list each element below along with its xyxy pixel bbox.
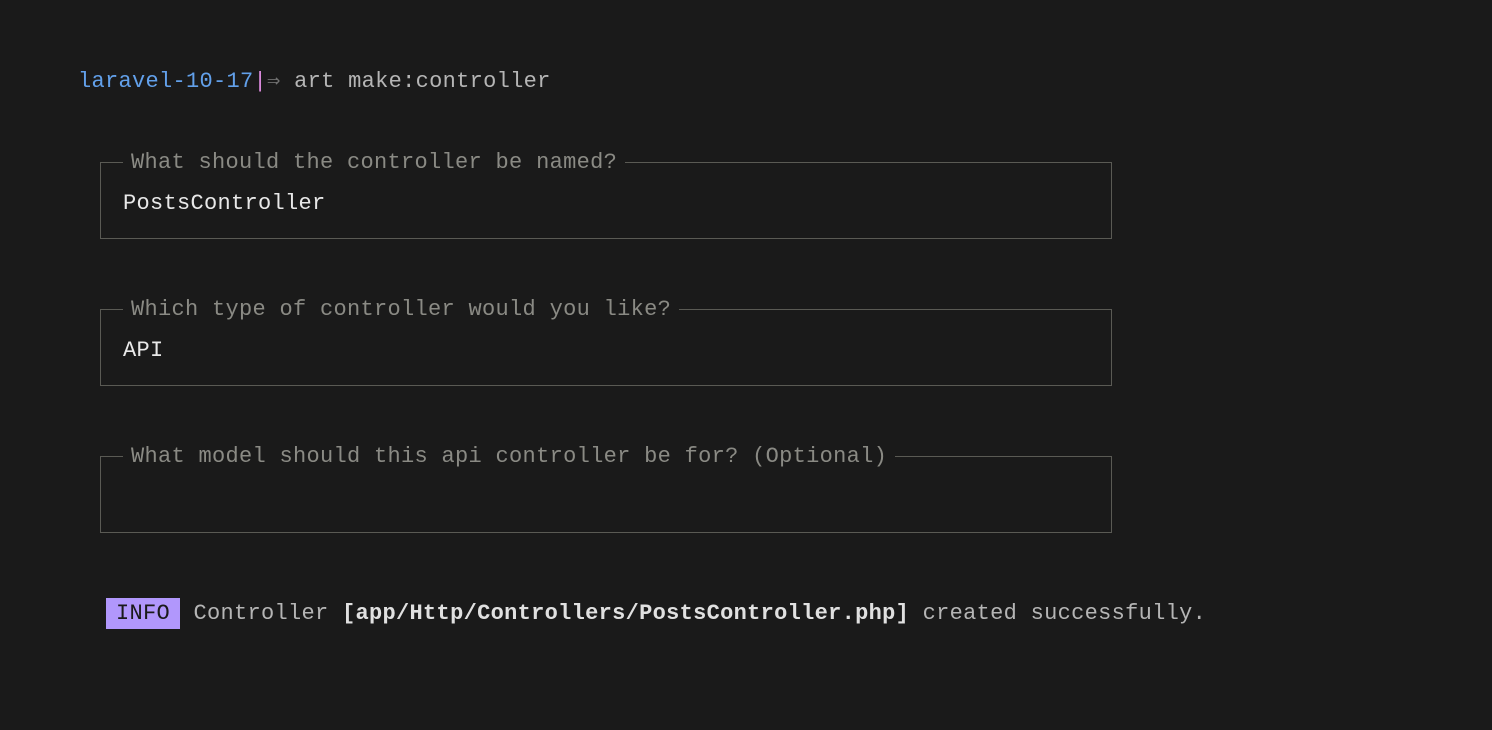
- info-prefix: Controller: [180, 601, 342, 626]
- info-line: INFO Controller [app/Http/Controllers/Po…: [78, 601, 1414, 626]
- prompt-field-model: What model should this api controller be…: [78, 444, 1414, 533]
- prompt-command[interactable]: art make:controller: [294, 69, 551, 94]
- value-controller-type[interactable]: API: [123, 338, 1089, 363]
- fieldset-model: What model should this api controller be…: [100, 444, 1112, 533]
- info-suffix: created successfully.: [909, 601, 1206, 626]
- value-controller-name[interactable]: PostsController: [123, 191, 1089, 216]
- prompt-arrow: ⇒: [267, 69, 281, 94]
- legend-controller-type: Which type of controller would you like?: [123, 297, 679, 322]
- legend-model: What model should this api controller be…: [123, 444, 895, 469]
- value-model[interactable]: [123, 485, 1089, 510]
- info-path: [app/Http/Controllers/PostsController.ph…: [342, 601, 909, 626]
- shell-prompt-line: laravel-10-17|⇒ art make:controller: [78, 68, 1414, 94]
- legend-controller-name: What should the controller be named?: [123, 150, 625, 175]
- prompt-field-controller-name: What should the controller be named? Pos…: [78, 150, 1414, 239]
- prompt-separator: |: [254, 69, 268, 94]
- fieldset-controller-type: Which type of controller would you like?…: [100, 297, 1112, 386]
- prompt-path: laravel-10-17: [78, 69, 254, 94]
- prompt-field-controller-type: Which type of controller would you like?…: [78, 297, 1414, 386]
- info-badge: INFO: [106, 598, 180, 629]
- fieldset-controller-name: What should the controller be named? Pos…: [100, 150, 1112, 239]
